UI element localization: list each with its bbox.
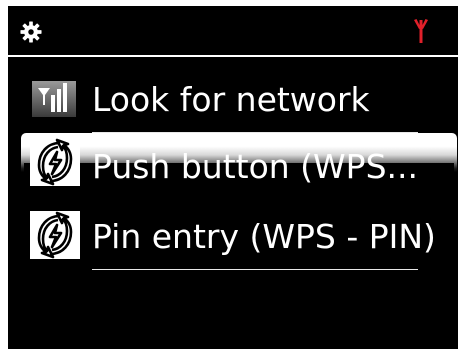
gear-icon[interactable] (20, 21, 42, 43)
device-screen: Look for network Push button (WPS... Pin… (8, 6, 458, 349)
menu-item-push-button-wps[interactable]: Push button (WPS... (8, 133, 458, 194)
menu-item-label: Push button (WPS... (92, 147, 418, 186)
antenna-icon (414, 19, 428, 43)
wps-icon (30, 138, 80, 186)
menu-item-look-for-network[interactable]: Look for network (8, 71, 458, 133)
wps-icon (30, 211, 80, 259)
menu-item-label: Pin entry (WPS - PIN) (92, 217, 436, 256)
item-divider (92, 269, 418, 270)
status-bar (8, 6, 458, 55)
signal-bars-icon (32, 81, 76, 117)
header-divider (8, 55, 458, 57)
menu-item-label: Look for network (92, 80, 370, 119)
menu-item-pin-entry-wps-pin[interactable]: Pin entry (WPS - PIN) (8, 208, 458, 270)
